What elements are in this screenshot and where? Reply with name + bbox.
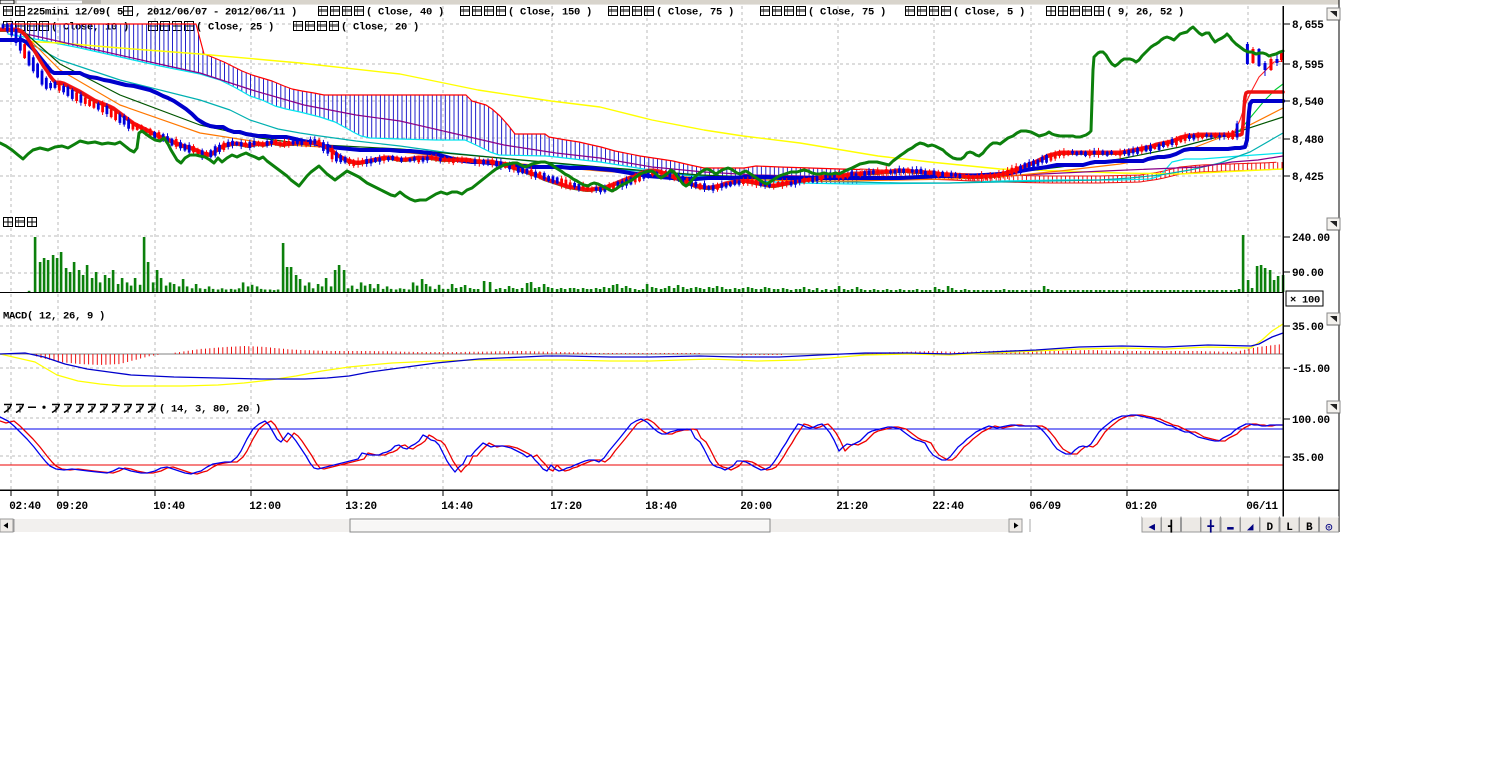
svg-text:◎: ◎ <box>1326 522 1333 534</box>
svg-text:▬: ▬ <box>1227 522 1234 534</box>
svg-text:90.00: 90.00 <box>1292 268 1324 280</box>
svg-text:10:40: 10:40 <box>153 501 185 513</box>
svg-text:22:40: 22:40 <box>932 501 964 513</box>
svg-text:D: D <box>1267 522 1274 534</box>
svg-text:L: L <box>1286 522 1293 534</box>
svg-text:◢: ◢ <box>1247 522 1254 534</box>
svg-text:( Close, 20 ): ( Close, 20 ) <box>341 22 419 34</box>
svg-text:225mini 12/09( 5: 225mini 12/09( 5 <box>27 7 123 19</box>
svg-text:( Close, 150 ): ( Close, 150 ) <box>508 7 592 19</box>
svg-text:× 100: × 100 <box>1290 295 1320 307</box>
svg-text:13:20: 13:20 <box>345 501 377 513</box>
svg-text:( Close, 75 ): ( Close, 75 ) <box>808 7 886 19</box>
svg-text:8,655: 8,655 <box>1292 20 1324 32</box>
svg-text:02:40: 02:40 <box>9 501 41 513</box>
svg-text:◀: ◀ <box>1148 522 1155 534</box>
svg-text:06/11: 06/11 <box>1246 501 1278 513</box>
svg-text:12:00: 12:00 <box>249 501 281 513</box>
svg-text:( Close, 5 ): ( Close, 5 ) <box>953 7 1025 19</box>
svg-text:35.00: 35.00 <box>1292 453 1324 465</box>
svg-text:8,480: 8,480 <box>1292 135 1324 147</box>
svg-text:240.00: 240.00 <box>1292 233 1330 245</box>
svg-text:35.00: 35.00 <box>1292 322 1324 334</box>
svg-text:( 9, 26, 52 ): ( 9, 26, 52 ) <box>1106 7 1184 19</box>
svg-text:01:20: 01:20 <box>1125 501 1157 513</box>
svg-text:MACD( 12, 26, 9 ): MACD( 12, 26, 9 ) <box>3 311 105 323</box>
svg-text:8,540: 8,540 <box>1292 97 1324 109</box>
svg-text:( Close, 75 ): ( Close, 75 ) <box>656 7 734 19</box>
svg-text:-15.00: -15.00 <box>1292 364 1330 376</box>
svg-text:8,595: 8,595 <box>1292 60 1324 72</box>
svg-text:╋: ╋ <box>1206 519 1214 534</box>
svg-text:, 2012/06/07 - 2012/06/11 ): , 2012/06/07 - 2012/06/11 ) <box>135 7 297 19</box>
svg-text:18:40: 18:40 <box>645 501 677 513</box>
svg-text:( Close, 40 ): ( Close, 40 ) <box>366 7 444 19</box>
svg-text:21:20: 21:20 <box>836 501 868 513</box>
svg-text:06/09: 06/09 <box>1029 501 1061 513</box>
svg-text:┫: ┫ <box>1167 519 1174 534</box>
svg-text:14:40: 14:40 <box>441 501 473 513</box>
svg-text:100.00: 100.00 <box>1292 415 1330 427</box>
svg-text:( Close, 25 ): ( Close, 25 ) <box>196 22 274 34</box>
svg-text:09:20: 09:20 <box>56 501 88 513</box>
svg-text:20:00: 20:00 <box>740 501 772 513</box>
svg-text:B: B <box>1306 522 1313 534</box>
svg-text:17:20: 17:20 <box>550 501 582 513</box>
svg-text:( 14, 3, 80, 20 ): ( 14, 3, 80, 20 ) <box>159 404 261 416</box>
svg-text:8,425: 8,425 <box>1292 172 1324 184</box>
